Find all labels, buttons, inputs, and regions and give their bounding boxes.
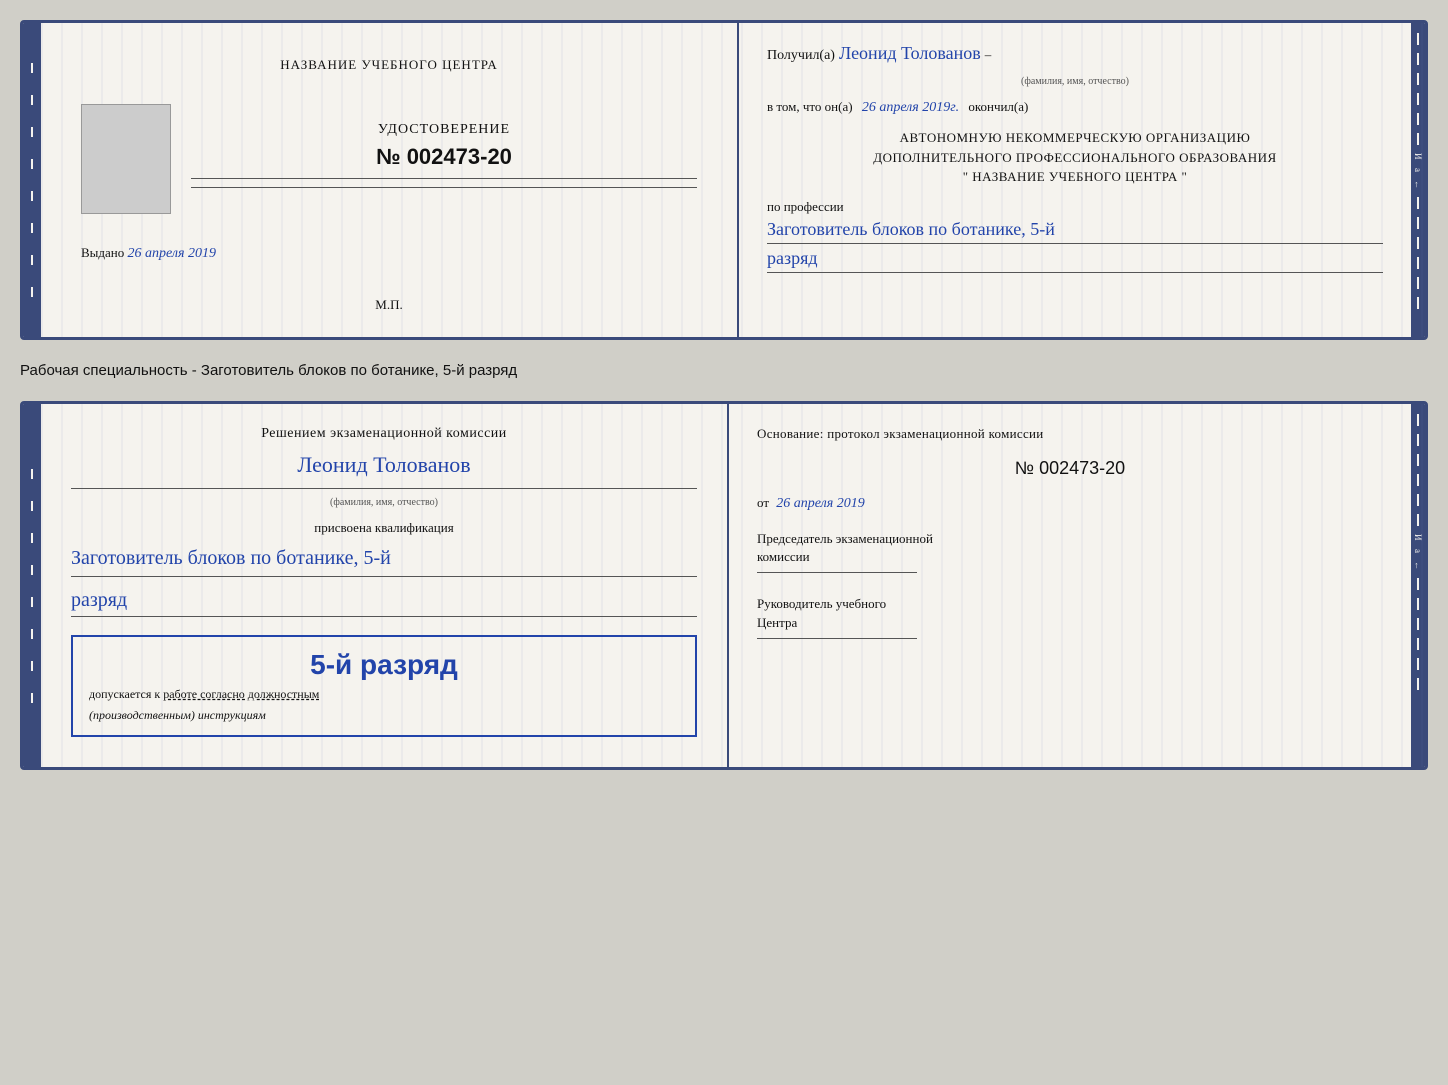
predsedatel-block: Председатель экзаменационной комиссии: [757, 530, 1383, 577]
bottom-profession: Заготовитель блоков по ботанике, 5-й: [71, 544, 697, 577]
predsedatel-signature-line: [757, 572, 917, 573]
spine-decoration: [29, 43, 35, 317]
right-edge-bottom: И а ←: [1411, 404, 1425, 767]
vtom-prefix: в том, что он(а): [767, 99, 853, 114]
rukovoditel-line1: Руководитель учебного: [757, 595, 1383, 613]
udostoverenie-label: УДОСТОВЕРЕНИЕ: [191, 122, 697, 138]
top-document-card: НАЗВАНИЕ УЧЕБНОГО ЦЕНТРА УДОСТОВЕРЕНИЕ №…: [20, 20, 1428, 340]
osnovanie-text: Основание: протокол экзаменационной коми…: [757, 426, 1383, 442]
protocol-number: № 002473-20: [757, 458, 1383, 479]
top-card-right: Получил(а) Леонид Толованов – (фамилия, …: [739, 23, 1411, 337]
po-professii-label: по профессии Заготовитель блоков по бота…: [767, 199, 1383, 273]
predsedatel-line1: Председатель экзаменационной: [757, 530, 1383, 548]
instruktsii-text: (производственным) инструкциям: [89, 708, 679, 723]
mp-label: М.П.: [375, 297, 402, 313]
spine-decoration-bottom: [29, 449, 35, 723]
bottom-card-left: Решением экзаменационной комиссии Леонид…: [41, 404, 729, 767]
bottom-fio: Леонид Толованов: [71, 452, 697, 478]
bottom-fio-sublabel: (фамилия, имя, отчество): [71, 497, 697, 508]
bottom-document-card: Решением экзаменационной комиссии Леонид…: [20, 401, 1428, 770]
ot-date-line: от 26 апреля 2019: [757, 495, 1383, 512]
stamp-box: 5-й разряд допускается к работе согласно…: [71, 635, 697, 737]
razryad-handwritten-top: разряд: [767, 248, 818, 268]
ot-prefix: от: [757, 495, 769, 510]
rukovoditel-label: Руководитель учебного Центра: [757, 595, 1383, 631]
profession-line: Заготовитель блоков по ботанике, 5-й: [767, 219, 1383, 244]
right-edge: И а ←: [1411, 23, 1425, 337]
spine-left-bottom: [23, 404, 41, 767]
vtom-date: 26 апреля 2019г.: [862, 100, 959, 115]
auto-line2: ДОПОЛНИТЕЛЬНОГО ПРОФЕССИОНАЛЬНОГО ОБРАЗО…: [767, 148, 1383, 168]
poluchil-prefix: Получил(а): [767, 48, 835, 64]
po-professii-text: по профессии: [767, 199, 1383, 215]
resheniem-text: Решением экзаменационной комиссии: [71, 426, 697, 442]
rukovoditel-block: Руководитель учебного Центра: [757, 595, 1383, 642]
vydano-date: 26 апреля 2019: [128, 246, 216, 261]
spine-left: [23, 23, 41, 337]
predsedatel-line2: комиссии: [757, 548, 1383, 566]
training-center-title-left: НАЗВАНИЕ УЧЕБНОГО ЦЕНТРА: [280, 57, 497, 73]
recipient-fio: Леонид Толованов: [839, 43, 981, 64]
stamp-dopuskaetsya: допускается к работе согласно должностны…: [89, 687, 679, 702]
photo-placeholder: [81, 104, 171, 214]
razryad-line: разряд: [767, 248, 1383, 273]
prisvoena-label: присвоена квалификация: [71, 520, 697, 536]
predsedatel-label: Председатель экзаменационной комиссии: [757, 530, 1383, 566]
vtom-line: в том, что он(а) 26 апреля 2019г. окончи…: [767, 99, 1383, 116]
bottom-card-right: Основание: протокол экзаменационной коми…: [729, 404, 1411, 767]
rukovoditel-line2: Центра: [757, 614, 1383, 632]
autonomous-org-block: АВТОНОМНУЮ НЕКОММЕРЧЕСКУЮ ОРГАНИЗАЦИЮ ДО…: [767, 128, 1383, 187]
fio-sublabel: (фамилия, имя, отчество): [767, 76, 1383, 87]
stamp-razryad-text: 5-й разряд: [89, 649, 679, 681]
dopuskaetsya-text: допускается к: [89, 687, 160, 701]
description-text: Рабочая специальность - Заготовитель бло…: [20, 358, 1428, 383]
ot-date-value: 26 апреля 2019: [776, 496, 864, 511]
top-card-left: НАЗВАНИЕ УЧЕБНОГО ЦЕНТРА УДОСТОВЕРЕНИЕ №…: [41, 23, 739, 337]
page-wrapper: НАЗВАНИЕ УЧЕБНОГО ЦЕНТРА УДОСТОВЕРЕНИЕ №…: [20, 20, 1428, 770]
rabote-text: работе согласно должностным: [163, 687, 319, 701]
okonchil-label: окончил(а): [968, 99, 1028, 114]
auto-line3: " НАЗВАНИЕ УЧЕБНОГО ЦЕНТРА ": [767, 167, 1383, 187]
poluchil-line: Получил(а) Леонид Толованов –: [767, 43, 1383, 64]
vydano-prefix: Выдано: [81, 245, 124, 260]
document-number: № 002473-20: [191, 144, 697, 170]
vydano-block: Выдано 26 апреля 2019: [81, 245, 697, 262]
rukovoditel-signature-line: [757, 638, 917, 639]
udostoverenie-block: УДОСТОВЕРЕНИЕ № 002473-20: [191, 122, 697, 196]
auto-line1: АВТОНОМНУЮ НЕКОММЕРЧЕСКУЮ ОРГАНИЗАЦИЮ: [767, 128, 1383, 148]
profession-handwritten: Заготовитель блоков по ботанике, 5-й: [767, 219, 1055, 239]
left-middle-section: УДОСТОВЕРЕНИЕ № 002473-20: [81, 104, 697, 214]
bottom-razryad: разряд: [71, 589, 697, 617]
